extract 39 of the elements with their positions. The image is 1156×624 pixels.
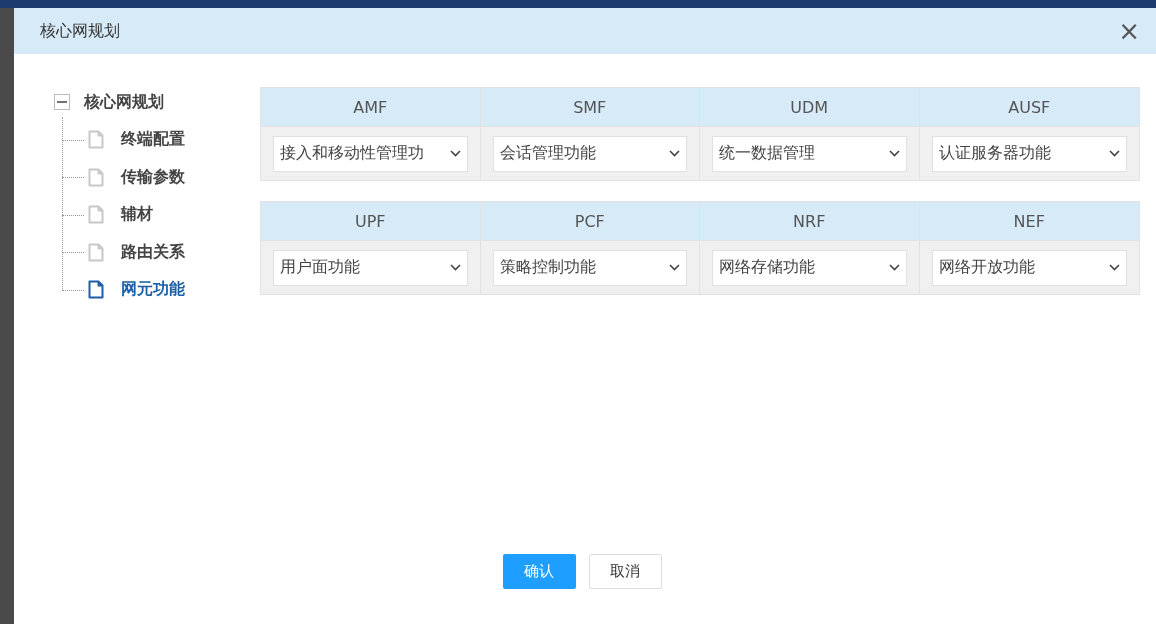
chevron-down-icon [669,150,680,157]
chevron-down-icon [449,264,461,271]
chevron-down-icon [449,150,461,157]
file-icon [88,280,104,300]
dropdown[interactable]: 统一数据管理 [712,135,907,172]
dropdown[interactable]: 认证服务器功能 [931,135,1127,172]
tree-item[interactable]: 传输参数 [54,158,260,196]
collapse-toggle[interactable] [54,94,70,110]
column-header: NRF [700,202,920,241]
tree-item[interactable]: 路由关系 [54,233,260,271]
file-icon [88,167,104,187]
column-header: AUSF [919,88,1139,127]
column-header: AMF [261,88,481,127]
cancel-button[interactable]: 取消 [588,554,662,589]
chevron-down-icon [1109,264,1120,271]
dialog-title: 核心网规划 [40,20,120,42]
file-icon [88,130,104,150]
tree-item[interactable]: 终端配置 [54,121,260,159]
chevron-down-icon [1109,150,1120,157]
column-header: UPF [261,202,481,241]
column-header: UDM [700,88,920,127]
file-icon [88,242,104,262]
chevron-down-icon [669,264,680,271]
close-button[interactable]: × [1114,18,1144,44]
tree-item[interactable]: 网元功能 [54,271,260,309]
tree-root-label[interactable]: 核心网规划 [84,91,164,113]
chevron-down-icon [888,264,900,271]
column-header: SMF [480,88,700,127]
dropdown[interactable]: 会话管理功能 [492,135,687,172]
column-header: NEF [919,202,1139,241]
dropdown[interactable]: 用户面功能 [273,249,468,286]
tree-item[interactable]: 辅材 [54,196,260,234]
dropdown[interactable]: 接入和移动性管理功 [273,135,468,172]
dropdown[interactable]: 网络存储功能 [712,249,907,286]
dropdown[interactable]: 策略控制功能 [492,249,687,286]
file-icon [88,205,104,225]
dropdown[interactable]: 网络开放功能 [931,249,1127,286]
column-header: PCF [480,202,700,241]
chevron-down-icon [888,150,900,157]
